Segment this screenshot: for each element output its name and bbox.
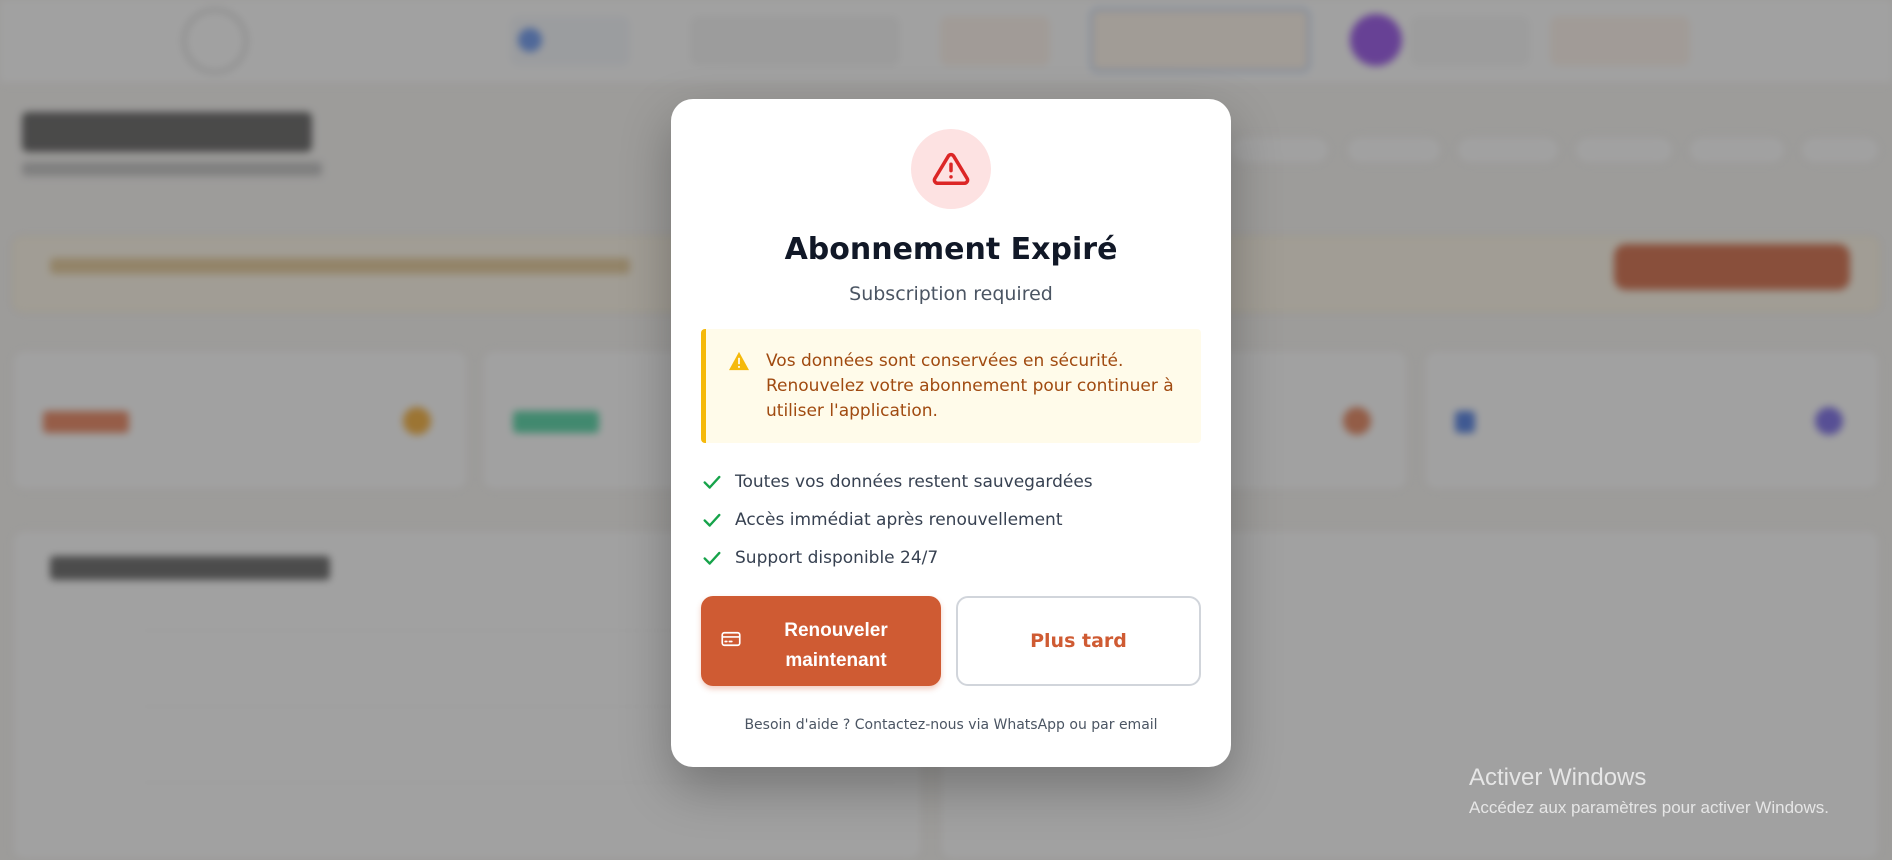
modal-alert-badge bbox=[911, 129, 991, 209]
check-icon bbox=[703, 513, 721, 527]
list-item: Toutes vos données restent sauvegardées bbox=[701, 463, 1201, 501]
feature-text: Support disponible 24/7 bbox=[735, 548, 939, 568]
check-icon bbox=[703, 475, 721, 489]
feature-text: Accès immédiat après renouvellement bbox=[735, 510, 1063, 530]
warning-triangle-icon bbox=[932, 152, 970, 185]
windows-activation-watermark: Activer Windows Accédez aux paramètres p… bbox=[1469, 764, 1829, 818]
help-text: Besoin d'aide ? Contactez-nous via Whats… bbox=[744, 717, 1158, 733]
feature-text: Toutes vos données restent sauvegardées bbox=[735, 472, 1093, 492]
renew-now-label: Renouveler maintenant bbox=[784, 620, 888, 671]
modal-subtitle: Subscription required bbox=[849, 283, 1053, 305]
modal-title: Abonnement Expiré bbox=[784, 232, 1118, 267]
watermark-subtitle: Accédez aux paramètres pour activer Wind… bbox=[1469, 798, 1829, 817]
warning-triangle-icon bbox=[729, 351, 749, 371]
later-button[interactable]: Plus tard bbox=[956, 596, 1201, 686]
watermark-title: Activer Windows bbox=[1469, 764, 1647, 791]
list-item: Accès immédiat après renouvellement bbox=[701, 501, 1201, 539]
feature-list: Toutes vos données restent sauvegardées … bbox=[701, 463, 1201, 577]
credit-card-icon bbox=[721, 631, 741, 647]
subscription-expired-modal: Abonnement Expiré Subscription required … bbox=[671, 99, 1231, 767]
list-item: Support disponible 24/7 bbox=[701, 539, 1201, 577]
warning-notice: Vos données sont conservées en sécurité.… bbox=[701, 329, 1201, 443]
warning-notice-text: Vos données sont conservées en sécurité.… bbox=[766, 351, 1174, 421]
renew-now-button[interactable]: Renouveler maintenant bbox=[701, 596, 941, 686]
check-icon bbox=[703, 551, 721, 565]
